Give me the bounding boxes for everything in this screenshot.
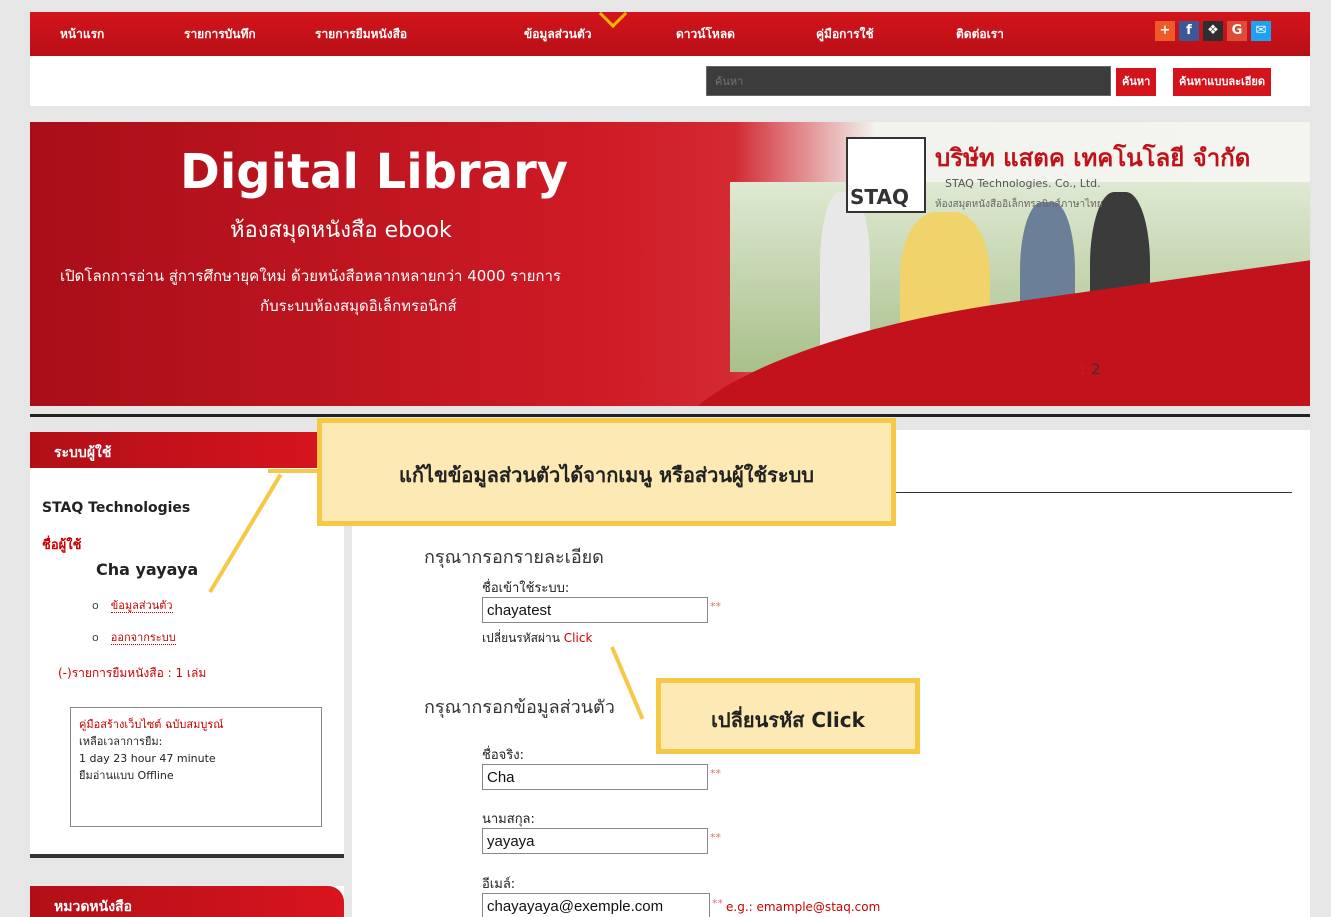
profile-link[interactable]: o ข้อมูลส่วนตัว xyxy=(92,596,173,614)
firstname-field[interactable] xyxy=(482,764,708,790)
username-label: ชื่อเข้าใช้ระบบ: xyxy=(482,581,570,596)
remaining-label: เหลือเวลาการยืม: xyxy=(79,735,163,748)
borrowed-book-title[interactable]: คู่มือสร้างเว็บไซต์ ฉบับสมบูรณ์ xyxy=(79,716,313,733)
borrow-mode: ยืมอ่านแบบ Offline xyxy=(79,769,174,782)
nav-saved-list[interactable]: รายการบันทึก xyxy=(184,25,256,44)
google-icon[interactable]: G xyxy=(1227,21,1247,41)
change-password-link[interactable]: Click xyxy=(564,631,593,645)
logout-link[interactable]: o ออกจากระบบ xyxy=(92,628,176,646)
required-mark: ** xyxy=(710,767,721,780)
search-input[interactable] xyxy=(706,66,1111,96)
required-mark: ** xyxy=(712,897,723,910)
personal-info-title: กรุณากรอกข้อมูลส่วนตัว xyxy=(424,697,615,718)
email-example: e.g.: emample@staq.com xyxy=(726,900,881,914)
nav-manual[interactable]: คู่มือการใช้ xyxy=(816,25,874,44)
callout-edit-info: แก้ไขข้อมูลส่วนตัวได้จากเมนู หรือส่วนผู้… xyxy=(317,418,896,526)
borrowed-book-box: คู่มือสร้างเว็บไซต์ ฉบับสมบูรณ์ เหลือเวล… xyxy=(70,707,322,827)
email-label: อีเมล์: xyxy=(482,877,516,892)
company-description: ห้องสมุดหนังสืออิเล็กทรอนิกส์ภาษาไทย xyxy=(935,199,1103,210)
section-divider xyxy=(30,414,1310,417)
myspace-icon[interactable]: ❖ xyxy=(1203,21,1223,41)
top-nav-bar: หน้าแรก รายการบันทึก รายการยืมหนังสือ ข้… xyxy=(30,0,1310,56)
twitter-icon[interactable]: ✉ xyxy=(1251,21,1271,41)
nav-download[interactable]: ดาวน์โหลด xyxy=(676,25,735,44)
change-password-row: เปลี่ยนรหัสผ่าน Click xyxy=(482,631,593,645)
banner-title: Digital Library xyxy=(180,144,569,200)
banner-subtitle: ห้องสมุดหนังสือ ebook xyxy=(230,218,452,243)
slide-pager: 1 2 xyxy=(1078,362,1100,378)
active-menu-indicator xyxy=(598,0,628,29)
bullet-icon: o xyxy=(92,599,99,612)
advanced-search-button[interactable]: ค้นหาแบบละเอียด xyxy=(1173,68,1271,96)
login-details-title: กรุณากรอกรายละเอียด xyxy=(424,547,604,568)
lastname-label: นามสกุล: xyxy=(482,812,535,827)
borrow-count-link[interactable]: (-)รายการยืมหนังสือ : 1 เล่ม xyxy=(58,664,206,683)
remaining-time: 1 day 23 hour 47 minute xyxy=(79,752,216,765)
banner-tagline-2: กับระบบห้องสมุดอิเล็กทรอนิกส์ xyxy=(260,297,457,315)
required-mark: ** xyxy=(710,600,721,613)
slide-1-link[interactable]: 1 xyxy=(1078,362,1087,378)
search-bar: ค้นหา ค้นหาแบบละเอียด xyxy=(30,56,1310,106)
search-button[interactable]: ค้นหา xyxy=(1116,68,1157,96)
user-organization: STAQ Technologies xyxy=(42,500,191,516)
nav-home[interactable]: หน้าแรก xyxy=(60,25,104,44)
nav-borrow-list[interactable]: รายการยืมหนังสือ xyxy=(315,25,407,44)
plus-icon[interactable]: + xyxy=(1155,21,1175,41)
company-name-en: STAQ Technologies. Co., Ltd. xyxy=(945,177,1101,190)
user-panel-title: ระบบผู้ใช้ xyxy=(30,432,344,468)
user-name: Cha yayaya xyxy=(96,560,199,579)
facebook-icon[interactable]: f xyxy=(1179,21,1199,41)
firstname-label: ชื่อจริง: xyxy=(482,748,524,763)
staq-logo: STAQ xyxy=(846,137,926,213)
nav-profile[interactable]: ข้อมูลส่วนตัว xyxy=(524,25,591,44)
required-mark: ** xyxy=(710,831,721,844)
user-panel: ระบบผู้ใช้ STAQ Technologies ชื่อผู้ใช้ … xyxy=(30,432,344,858)
category-panel: หมวดหนังสือ xyxy=(30,886,344,917)
email-field[interactable] xyxy=(482,893,710,917)
callout-change-password: เปลี่ยนรหัส Click xyxy=(656,678,920,754)
banner-tagline-1: เปิดโลกการอ่าน สู่การศึกษายุคใหม่ ด้วยหน… xyxy=(60,267,561,285)
category-panel-title: หมวดหนังสือ xyxy=(30,886,344,917)
user-label: ชื่อผู้ใช้ xyxy=(42,538,82,553)
username-field[interactable] xyxy=(482,597,708,623)
lastname-field[interactable] xyxy=(482,828,708,854)
company-name: บริษัท แสตค เทคโนโลยี จำกัด xyxy=(935,144,1251,172)
bullet-icon: o xyxy=(92,631,99,644)
slide-2-link[interactable]: 2 xyxy=(1091,362,1100,378)
nav-contact[interactable]: ติดต่อเรา xyxy=(956,25,1004,44)
hero-banner: Digital Library ห้องสมุดหนังสือ ebook เป… xyxy=(30,122,1310,406)
